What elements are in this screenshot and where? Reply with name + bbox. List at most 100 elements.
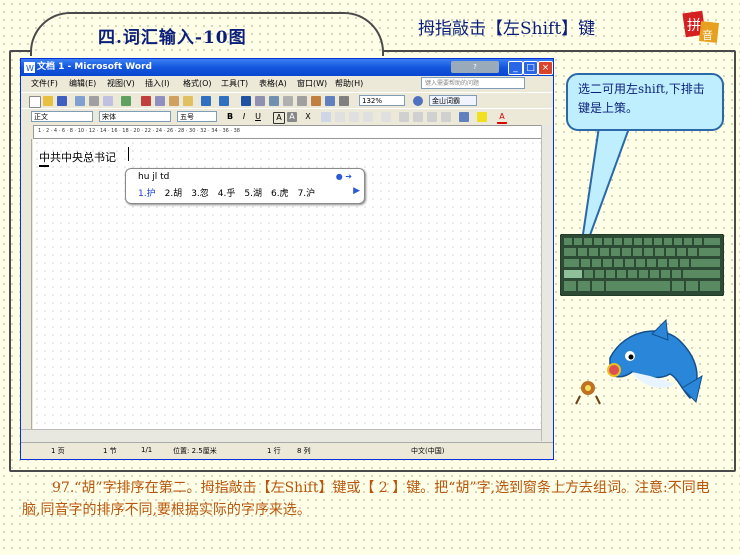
underline-icon[interactable]: U xyxy=(253,112,263,122)
word-title: 文档 1 - Microsoft Word xyxy=(37,62,152,72)
ime-next-page-icon[interactable]: ▶ xyxy=(353,186,360,196)
ime-candidate[interactable]: 4.乎 xyxy=(218,189,236,199)
ime-page-dots-icon: ● ➔ xyxy=(335,172,352,181)
formatting-toolbar: 正文 宋体 五号 B I U A A X A xyxy=(21,108,553,125)
word-titlebar: W 文档 1 - Microsoft Word ? _ □ × xyxy=(21,59,553,76)
word-doc-icon: W xyxy=(24,62,35,73)
menu-help[interactable]: 帮助(H) xyxy=(335,78,363,89)
svg-text:拼: 拼 xyxy=(687,18,701,34)
align-center-icon[interactable] xyxy=(335,112,345,122)
paste-icon[interactable] xyxy=(169,96,179,106)
status-pages: 1/1 xyxy=(141,446,153,454)
status-position: 位置: 2.5厘米 xyxy=(173,447,217,455)
menu-tools[interactable]: 工具(T) xyxy=(221,78,248,89)
numbering-icon[interactable] xyxy=(399,112,409,122)
minimize-button[interactable]: _ xyxy=(508,61,523,75)
increase-indent-icon[interactable] xyxy=(441,112,451,122)
border-icon[interactable] xyxy=(459,112,469,122)
slide-subtitle: 拇指敲击【左Shift】键 xyxy=(418,19,596,39)
standard-toolbar: 132% 金山词霸 xyxy=(21,92,553,109)
hyperlink-icon[interactable] xyxy=(241,96,251,106)
excel-icon[interactable] xyxy=(283,96,293,106)
bold-icon[interactable]: B xyxy=(225,112,235,122)
ask-question-input[interactable]: 键入需要帮助的问题 xyxy=(421,77,525,89)
callout-text: 选二可用左shift,下排击键是上策。 xyxy=(578,82,705,115)
composition-underline xyxy=(39,165,49,167)
decrease-indent-icon[interactable] xyxy=(427,112,437,122)
dolphin-mascot-icon xyxy=(575,318,703,405)
ime-candidate[interactable]: 3.忽 xyxy=(191,189,209,199)
status-bar: 1 页 1 节 1/1 位置: 2.5厘米 1 行 8 列 中文(中国) xyxy=(21,442,553,458)
highlight-icon[interactable] xyxy=(477,112,487,122)
horizontal-ruler: 1 · 2 · 4 · 6 · 8 · 10 · 12 · 14 · 16 · … xyxy=(33,125,543,139)
menu-view[interactable]: 视图(V) xyxy=(107,78,135,89)
align-left-icon[interactable] xyxy=(321,112,331,122)
print-icon[interactable] xyxy=(89,96,99,106)
menu-table[interactable]: 表格(A) xyxy=(259,78,287,89)
new-doc-icon[interactable] xyxy=(29,96,41,108)
slide-title: 四.词汇输入-10图 xyxy=(98,28,247,48)
ime-candidates: 1.护 2.胡 3.忽 4.乎 5.湖 6.虎 7.沪 xyxy=(138,186,324,199)
columns-icon[interactable] xyxy=(297,96,307,106)
horizontal-scrollbar[interactable] xyxy=(21,429,541,442)
bullets-icon[interactable] xyxy=(413,112,423,122)
status-line: 1 行 xyxy=(267,447,281,455)
status-lang: 中文(中国) xyxy=(411,447,445,455)
ruler-marks: 1 · 2 · 4 · 6 · 8 · 10 · 12 · 14 · 16 · … xyxy=(38,128,240,134)
status-section: 1 节 xyxy=(103,447,117,455)
ime-candidate[interactable]: 1.护 xyxy=(138,189,156,199)
save-icon[interactable] xyxy=(57,96,67,106)
style-select[interactable]: 正文 xyxy=(31,111,93,122)
italic-icon[interactable]: I xyxy=(239,112,249,122)
spelling-icon[interactable] xyxy=(121,96,131,106)
status-col: 8 列 xyxy=(297,447,311,455)
permission-icon[interactable] xyxy=(75,96,85,106)
text-caret xyxy=(128,147,129,161)
line-spacing-icon[interactable] xyxy=(381,112,391,122)
drawing-icon[interactable] xyxy=(311,96,321,106)
undo-icon[interactable] xyxy=(201,96,211,106)
font-size-select[interactable]: 五号 xyxy=(177,111,217,122)
doc-map-icon[interactable] xyxy=(325,96,335,106)
ime-candidate[interactable]: 6.虎 xyxy=(271,189,289,199)
char-scale-icon[interactable]: X xyxy=(303,112,313,122)
zoom-select[interactable]: 132% xyxy=(359,95,405,106)
ime-candidate[interactable]: 5.湖 xyxy=(244,189,262,199)
help-badge: ? xyxy=(451,61,499,73)
help-icon[interactable] xyxy=(413,96,423,106)
font-color-icon[interactable]: A xyxy=(497,112,507,124)
kingsoft-button[interactable]: 金山词霸 xyxy=(429,95,477,106)
menu-edit[interactable]: 编辑(E) xyxy=(69,78,96,89)
menu-file[interactable]: 文件(F) xyxy=(31,78,58,89)
word-window: W 文档 1 - Microsoft Word ? _ □ × 文件(F) 编辑… xyxy=(20,58,554,460)
menu-insert[interactable]: 插入(I) xyxy=(145,78,170,89)
redo-icon[interactable] xyxy=(219,96,229,106)
menu-format[interactable]: 格式(O) xyxy=(183,78,212,89)
vertical-ruler xyxy=(21,139,32,429)
caption-text: 97.“胡”字排序在第二。拇指敲击【左Shift】键或【 2 】键。把“胡”字,… xyxy=(22,480,710,518)
open-icon[interactable] xyxy=(43,96,53,106)
font-select[interactable]: 宋体 xyxy=(99,111,171,122)
align-right-icon[interactable] xyxy=(349,112,359,122)
ime-candidate[interactable]: 2.胡 xyxy=(165,189,183,199)
vertical-scrollbar[interactable] xyxy=(541,125,553,441)
maximize-button[interactable]: □ xyxy=(523,61,538,75)
show-hide-icon[interactable] xyxy=(339,96,349,106)
ime-candidate[interactable]: 7.沪 xyxy=(298,189,316,199)
insert-table-icon[interactable] xyxy=(269,96,279,106)
justify-icon[interactable] xyxy=(363,112,373,122)
status-page: 1 页 xyxy=(51,447,65,455)
svg-text:W: W xyxy=(26,64,34,73)
keyboard-icon xyxy=(560,234,724,296)
char-shading-icon[interactable]: A xyxy=(287,112,297,122)
copy-icon[interactable] xyxy=(155,96,165,106)
char-border-icon[interactable]: A xyxy=(273,112,285,124)
document-text: 中共中央总书记 xyxy=(39,151,116,164)
cut-icon[interactable] xyxy=(141,96,151,106)
print-preview-icon[interactable] xyxy=(103,96,113,106)
svg-text:音: 音 xyxy=(702,28,713,42)
format-painter-icon[interactable] xyxy=(183,96,193,106)
close-button[interactable]: × xyxy=(538,61,553,75)
tables-icon[interactable] xyxy=(255,96,265,106)
menu-window[interactable]: 窗口(W) xyxy=(297,78,327,89)
